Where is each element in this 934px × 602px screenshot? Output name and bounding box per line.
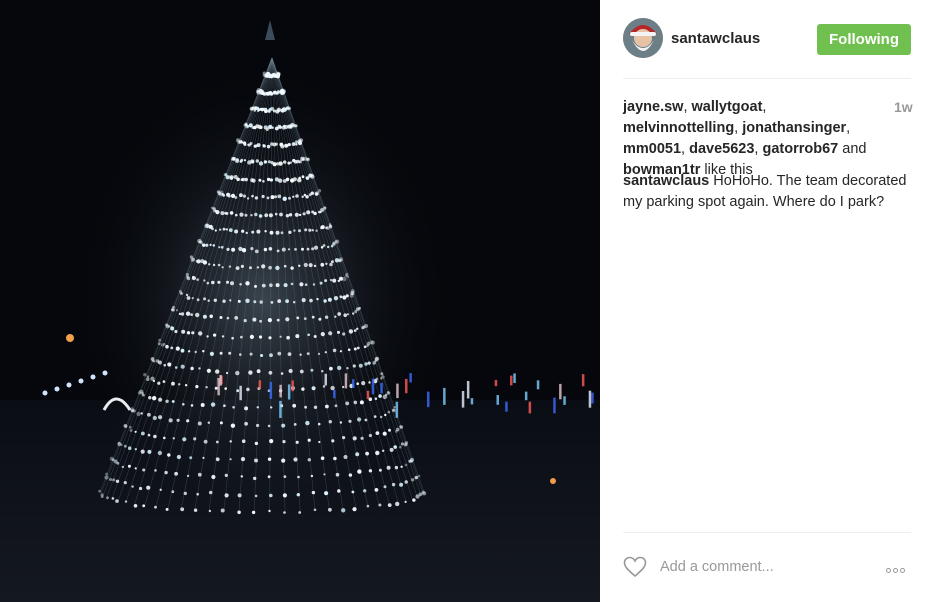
likes-summary: jayne.sw, wallytgoat, melvinnottelling, … <box>623 97 878 181</box>
post-timestamp[interactable]: 1w <box>894 99 913 115</box>
post-photo[interactable] <box>0 0 600 602</box>
like-heart-icon[interactable] <box>623 556 647 578</box>
likes-username[interactable]: wallytgoat <box>692 99 763 115</box>
likes-username[interactable]: dave5623 <box>689 141 754 157</box>
add-comment-input[interactable] <box>658 553 862 581</box>
likes-username[interactable]: melvinnottelling <box>623 120 734 136</box>
likes-username[interactable]: mm0051 <box>623 141 681 157</box>
post-sidebar: santawclaus Following jayne.sw, wallytgo… <box>600 0 934 602</box>
divider <box>623 78 911 79</box>
post-caption: santawclaus HoHoHo. The team decorated m… <box>623 171 913 213</box>
avatar[interactable] <box>623 18 663 58</box>
likes-username[interactable]: jayne.sw <box>623 99 683 115</box>
author-username[interactable]: santawclaus <box>671 30 760 47</box>
divider <box>623 532 911 533</box>
more-options-icon[interactable] <box>886 560 912 573</box>
santa-avatar-icon <box>623 18 663 58</box>
likes-username[interactable]: gatorrob67 <box>762 141 838 157</box>
likes-username[interactable]: jonathansinger <box>742 120 846 136</box>
christmas-tree-photo <box>0 0 600 602</box>
caption-username[interactable]: santawclaus <box>623 173 709 189</box>
post-header: santawclaus Following <box>623 18 911 60</box>
likes-user-list: jayne.sw, wallytgoat, melvinnottelling, … <box>623 99 867 178</box>
following-button[interactable]: Following <box>817 24 911 55</box>
